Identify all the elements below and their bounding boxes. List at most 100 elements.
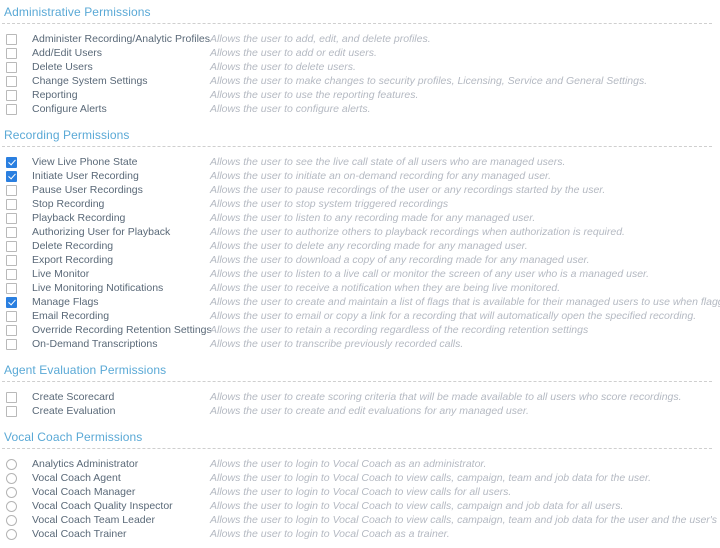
permission-label[interactable]: Vocal Coach Team Leader [32, 513, 210, 527]
permission-description: Allows the user to download a copy of an… [210, 254, 590, 266]
permission-checkbox[interactable] [6, 283, 17, 294]
permission-checkbox[interactable] [6, 171, 17, 182]
permission-label[interactable]: Create Scorecard [32, 390, 210, 404]
permission-label[interactable]: Playback Recording [32, 211, 210, 225]
permission-control-cell [0, 323, 32, 336]
permission-control-cell [0, 471, 32, 484]
permission-description: Allows the user to delete any recording … [210, 240, 528, 252]
permission-section: Vocal Coach Permissions Analytics Adminis… [0, 425, 720, 548]
permission-radio[interactable] [6, 501, 17, 512]
permission-checkbox[interactable] [6, 104, 17, 115]
permission-label[interactable]: Administer Recording/Analytic Profiles [32, 32, 210, 46]
permission-checkbox[interactable] [6, 199, 17, 210]
permission-checkbox[interactable] [6, 90, 17, 101]
permission-description: Allows the user to use the reporting fea… [210, 89, 419, 101]
permission-radio[interactable] [6, 473, 17, 484]
permission-control-cell [0, 295, 32, 308]
permission-row: Playback Recording Allows the user to lis… [0, 211, 720, 225]
permission-row: Configure Alerts Allows the user to confi… [0, 102, 720, 116]
permission-checkbox[interactable] [6, 241, 17, 252]
permission-label[interactable]: Live Monitor [32, 267, 210, 281]
permission-label[interactable]: Change System Settings [32, 74, 210, 88]
permission-row: Stop Recording Allows the user to stop sy… [0, 197, 720, 211]
permission-label[interactable]: Vocal Coach Agent [32, 471, 210, 485]
permission-checkbox[interactable] [6, 34, 17, 45]
permissions-page: Administrative Permissions Administer Rec… [0, 0, 720, 548]
permission-checkbox[interactable] [6, 297, 17, 308]
permission-row: On-Demand Transcriptions Allows the user … [0, 337, 720, 351]
permission-description: Allows the user to create and maintain a… [210, 296, 720, 308]
permission-label[interactable]: Pause User Recordings [32, 183, 210, 197]
permission-radio[interactable] [6, 459, 17, 470]
permission-checkbox[interactable] [6, 255, 17, 266]
permission-control-cell [0, 513, 32, 526]
permission-checkbox[interactable] [6, 62, 17, 73]
permission-label[interactable]: Configure Alerts [32, 102, 210, 116]
permission-description: Allows the user to retain a recording re… [210, 324, 589, 336]
permission-checkbox[interactable] [6, 213, 17, 224]
permission-label[interactable]: Delete Recording [32, 239, 210, 253]
permission-radio[interactable] [6, 515, 17, 526]
permission-label[interactable]: Authorizing User for Playback [32, 225, 210, 239]
permission-label[interactable]: Reporting [32, 88, 210, 102]
permission-checkbox[interactable] [6, 48, 17, 59]
permission-checkbox[interactable] [6, 392, 17, 403]
permission-label[interactable]: Manage Flags [32, 295, 210, 309]
permission-description: Allows the user to login to Vocal Coach … [210, 486, 512, 498]
permission-checkbox[interactable] [6, 76, 17, 87]
permission-label[interactable]: Vocal Coach Quality Inspector [32, 499, 210, 513]
permission-control-cell [0, 337, 32, 350]
permission-row: Vocal Coach Manager Allows the user to lo… [0, 485, 720, 499]
permission-row: Live Monitoring Notifications Allows the … [0, 281, 720, 295]
permission-description: Allows the user to login to Vocal Coach … [210, 528, 450, 540]
permission-checkbox[interactable] [6, 406, 17, 417]
permission-label[interactable]: Override Recording Retention Settings [32, 323, 212, 337]
permission-label[interactable]: View Live Phone State [32, 155, 210, 169]
permission-checkbox[interactable] [6, 227, 17, 238]
permission-control-cell [0, 253, 32, 266]
permission-control-cell [0, 32, 32, 45]
permission-checkbox[interactable] [6, 157, 17, 168]
permission-control-cell [0, 155, 32, 168]
permission-description: Allows the user to receive a notificatio… [210, 282, 561, 294]
permission-control-cell [0, 225, 32, 238]
permission-row: Authorizing User for Playback Allows the … [0, 225, 720, 239]
permission-row: Administer Recording/Analytic Profiles Al… [0, 32, 720, 46]
permission-radio[interactable] [6, 487, 17, 498]
permission-description: Allows the user to add, edit, and delete… [210, 33, 431, 45]
permission-label[interactable]: Add/Edit Users [32, 46, 210, 60]
permission-control-cell [0, 309, 32, 322]
permission-row: View Live Phone State Allows the user to … [0, 155, 720, 169]
permission-checkbox[interactable] [6, 185, 17, 196]
permission-radio[interactable] [6, 529, 17, 540]
permission-row: Create Evaluation Allows the user to crea… [0, 404, 720, 418]
permission-label[interactable]: Stop Recording [32, 197, 210, 211]
permission-checkbox[interactable] [6, 339, 17, 350]
permission-row-list: View Live Phone State Allows the user to … [0, 147, 720, 358]
permission-label[interactable]: Analytics Administrator [32, 457, 210, 471]
permission-row: Delete Recording Allows the user to delet… [0, 239, 720, 253]
permission-row: Vocal Coach Team Leader Allows the user t… [0, 513, 720, 527]
permission-label[interactable]: Live Monitoring Notifications [32, 281, 210, 295]
permission-control-cell [0, 169, 32, 182]
permission-description: Allows the user to make changes to secur… [210, 75, 648, 87]
permission-control-cell [0, 60, 32, 73]
permission-label[interactable]: Delete Users [32, 60, 210, 74]
permission-row-list: Administer Recording/Analytic Profiles Al… [0, 24, 720, 123]
permission-label[interactable]: Vocal Coach Trainer [32, 527, 210, 541]
permission-label[interactable]: Vocal Coach Manager [32, 485, 210, 499]
permission-checkbox[interactable] [6, 325, 17, 336]
permission-checkbox[interactable] [6, 269, 17, 280]
permission-checkbox[interactable] [6, 311, 17, 322]
section-title: Agent Evaluation Permissions [4, 363, 167, 377]
permission-control-cell [0, 527, 32, 540]
permission-label[interactable]: Export Recording [32, 253, 210, 267]
permission-label[interactable]: On-Demand Transcriptions [32, 337, 210, 351]
permission-control-cell [0, 390, 32, 403]
permission-description: Allows the user to email or copy a link … [210, 310, 697, 322]
permission-label[interactable]: Initiate User Recording [32, 169, 210, 183]
permission-row: Manage Flags Allows the user to create an… [0, 295, 720, 309]
permission-label[interactable]: Email Recording [32, 309, 210, 323]
permission-label[interactable]: Create Evaluation [32, 404, 210, 418]
permission-control-cell [0, 457, 32, 470]
